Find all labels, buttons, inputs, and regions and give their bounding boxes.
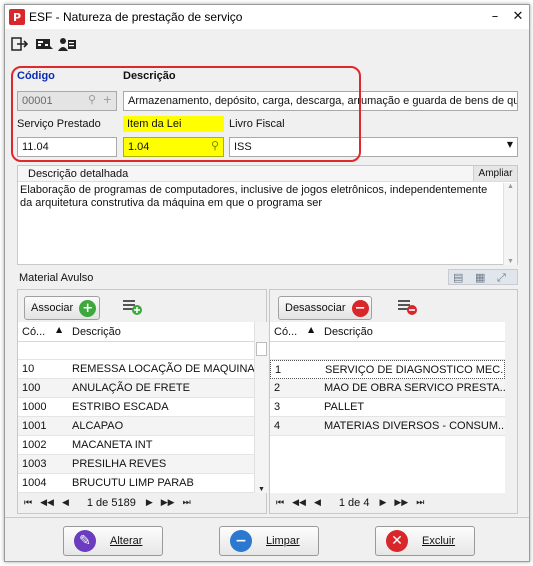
first-page-icon[interactable]: ⏮ xyxy=(24,498,32,508)
next-icon[interactable]: ▶ xyxy=(146,498,153,508)
prev-page-icon[interactable]: ◀◀ xyxy=(40,498,54,508)
table-row[interactable]: 3 PALLET xyxy=(270,398,505,417)
title-bar: P ESF - Natureza de prestação de serviço… xyxy=(5,5,529,29)
table-row[interactable]: 1004 BRUCUTU LIMP PARAB xyxy=(18,474,254,493)
right-grid-header: Có... ▲ Descrição xyxy=(270,322,505,342)
expand-icon[interactable]: ⤢ xyxy=(497,271,506,285)
remove-list-icon[interactable] xyxy=(398,299,418,315)
table-row[interactable]: 2 MAO DE OBRA SERVICO PRESTA... xyxy=(270,379,505,398)
list-view-icon[interactable]: ▤ xyxy=(453,271,463,284)
right-filter-row[interactable] xyxy=(270,342,505,360)
scroll-down-icon[interactable]: ▼ xyxy=(255,486,268,493)
dropdown-arrow-icon[interactable]: ▼ xyxy=(507,140,513,149)
add-list-icon[interactable] xyxy=(123,299,143,315)
left-pager: ⏮ ◀◀ ◀ 1 de 5189 ▶ ▶▶ ⏭ xyxy=(24,493,199,513)
table-row[interactable]: 1001 ALCAPAO xyxy=(18,417,254,436)
material-title: Material Avulso xyxy=(19,272,94,284)
card-icon[interactable] xyxy=(35,37,53,51)
col-descricao[interactable]: Descrição xyxy=(72,326,121,338)
main-window: P ESF - Natureza de prestação de serviço… xyxy=(4,4,530,562)
table-row[interactable]: 10 REMESSA LOCAÇÃO DE MAQUINAS xyxy=(18,360,254,379)
left-page-indicator: 1 de 5189 xyxy=(86,497,136,509)
detail-scrollbar[interactable]: ▲ ▼ xyxy=(503,183,517,265)
highlight-outline xyxy=(11,66,361,162)
add-icon: + xyxy=(79,299,97,317)
table-row[interactable]: 1000 ESTRIBO ESCADA xyxy=(18,398,254,417)
prev-icon[interactable]: ◀ xyxy=(62,498,69,508)
right-empty-area xyxy=(270,436,505,493)
delete-icon: ✕ xyxy=(386,530,408,552)
app-icon: P xyxy=(9,9,25,25)
next-icon[interactable]: ▶ xyxy=(379,498,386,508)
last-page-icon[interactable]: ⏭ xyxy=(183,498,191,508)
table-row[interactable]: 1002 MACANETA INT xyxy=(18,436,254,455)
desassociar-button[interactable]: Desassociar − xyxy=(278,296,372,320)
left-scrollbar[interactable]: ▼ xyxy=(254,322,268,493)
col-descricao[interactable]: Descrição xyxy=(324,326,373,338)
left-panel: Associar + Có... ▲ Descrição 10 REMESSA L… xyxy=(17,289,268,514)
next-page-icon[interactable]: ▶▶ xyxy=(161,498,175,508)
col-codigo[interactable]: Có... xyxy=(274,326,297,338)
left-grid-header: Có... ▲ Descrição xyxy=(18,322,254,342)
remove-icon: − xyxy=(351,299,369,317)
next-page-icon[interactable]: ▶▶ xyxy=(394,498,408,508)
desassociar-label: Desassociar xyxy=(285,302,346,314)
table-row[interactable]: 1 SERVIÇO DE DIAGNOSTICO MEC... xyxy=(270,360,505,379)
calendar-icon[interactable]: ▦ xyxy=(475,271,485,284)
scroll-down-icon[interactable]: ▼ xyxy=(504,258,517,265)
detail-text[interactable]: Elaboração de programas de computadores,… xyxy=(20,184,502,210)
table-row[interactable]: 4 MATERIAS DIVERSOS - CONSUM... xyxy=(270,417,505,436)
first-page-icon[interactable]: ⏮ xyxy=(276,498,284,508)
sort-asc-icon[interactable]: ▲ xyxy=(308,325,314,334)
alterar-label: Alterar xyxy=(110,535,143,547)
detail-header: Descrição detalhada Ampliar xyxy=(18,166,517,182)
table-row[interactable]: 1003 PRESILHA REVES xyxy=(18,455,254,474)
footer-divider xyxy=(5,517,529,518)
left-filter-row[interactable] xyxy=(18,342,254,360)
right-pager: ⏮ ◀◀ ◀ 1 de 4 ▶ ▶▶ ⏭ xyxy=(276,493,432,513)
view-toggle-group: ▤ ▦ ⤢ xyxy=(448,269,518,285)
col-codigo[interactable]: Có... xyxy=(22,326,45,338)
prev-page-icon[interactable]: ◀◀ xyxy=(292,498,306,508)
detail-title: Descrição detalhada xyxy=(28,168,129,180)
minimize-icon[interactable]: – xyxy=(487,9,503,25)
excluir-button[interactable]: ✕ Excluir xyxy=(375,526,475,556)
users-icon[interactable] xyxy=(58,37,76,51)
exit-icon[interactable] xyxy=(11,37,29,51)
toolbar xyxy=(5,31,529,59)
last-page-icon[interactable]: ⏭ xyxy=(416,498,424,508)
associar-label: Associar xyxy=(31,302,74,314)
prev-icon[interactable]: ◀ xyxy=(314,498,321,508)
scroll-thumb[interactable] xyxy=(256,342,267,356)
excluir-label: Excluir xyxy=(422,535,456,547)
window-title: ESF - Natureza de prestação de serviço xyxy=(29,10,243,24)
edit-icon: ✎ xyxy=(74,530,96,552)
clear-icon: − xyxy=(230,530,252,552)
sort-asc-icon[interactable]: ▲ xyxy=(56,325,62,334)
table-row[interactable]: 100 ANULAÇÃO DE FRETE xyxy=(18,379,254,398)
limpar-label: Limpar xyxy=(266,535,300,547)
alterar-button[interactable]: ✎ Alterar xyxy=(63,526,163,556)
associar-button[interactable]: Associar + xyxy=(24,296,100,320)
limpar-button[interactable]: − Limpar xyxy=(219,526,319,556)
ampliar-button[interactable]: Ampliar xyxy=(473,166,517,181)
right-page-indicator: 1 de 4 xyxy=(338,497,370,509)
form-content: Código Descrição 00001 ⚲ + Armazenamento… xyxy=(5,60,529,520)
right-panel: Desassociar − Có... ▲ Descrição 1 SERVIÇO… xyxy=(269,289,518,514)
close-icon[interactable]: ✕ xyxy=(510,9,526,25)
detail-group: Descrição detalhada Ampliar Elaboração d… xyxy=(17,165,518,265)
scroll-up-icon[interactable]: ▲ xyxy=(504,183,517,190)
